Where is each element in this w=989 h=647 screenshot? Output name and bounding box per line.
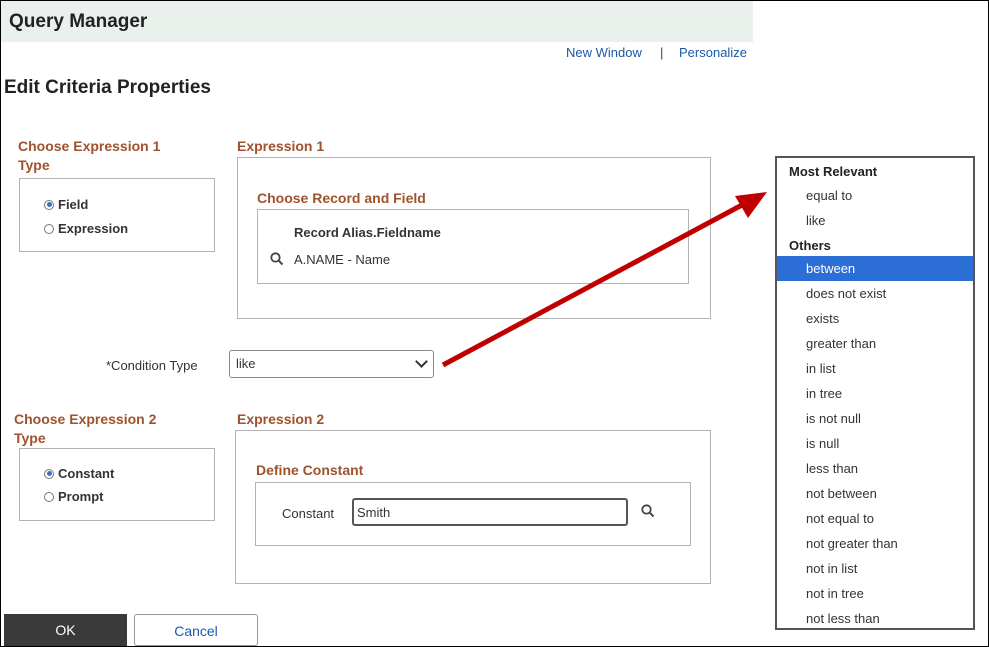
expr1-heading: Expression 1 (237, 138, 325, 154)
expr1-type-heading-2: Type (18, 157, 50, 173)
constant-value: Smith (357, 505, 391, 520)
define-constant-heading: Define Constant (256, 462, 364, 478)
radio-selected-icon (44, 468, 54, 479)
option-not-greater-than[interactable]: not greater than (777, 531, 973, 556)
link-separator: | (660, 45, 664, 60)
condition-type-value: like (236, 356, 256, 371)
condition-type-select[interactable]: like (229, 350, 434, 378)
option-less-than[interactable]: less than (777, 456, 973, 481)
new-window-link[interactable]: New Window (566, 45, 642, 60)
radio-selected-icon (44, 199, 54, 210)
option-is-not-null[interactable]: is not null (777, 406, 973, 431)
page-title: Edit Criteria Properties (4, 77, 211, 98)
app-title: Query Manager (9, 11, 148, 32)
option-in-list[interactable]: in list (777, 356, 973, 381)
search-icon[interactable] (641, 504, 655, 518)
option-not-in-tree[interactable]: not in tree (777, 581, 973, 606)
title-bar: Query Manager (1, 1, 753, 42)
option-equal-to[interactable]: equal to (777, 183, 973, 208)
record-alias-header: Record Alias.Fieldname (294, 225, 441, 240)
expression-radio-label: Expression (58, 221, 129, 236)
personalize-link[interactable]: Personalize (679, 45, 753, 60)
choose-record-heading: Choose Record and Field (257, 190, 426, 206)
ok-button[interactable]: OK (4, 614, 127, 646)
option-not-less-than[interactable]: not less than (777, 606, 973, 631)
record-field-value[interactable]: A.NAME - Name (294, 252, 390, 267)
option-not-in-list[interactable]: not in list (777, 556, 973, 581)
radio-unselected-icon (44, 491, 54, 502)
field-radio[interactable]: Field (44, 197, 88, 212)
expr2-type-heading: Choose Expression 2 (14, 411, 157, 427)
expr2-heading: Expression 2 (237, 411, 325, 427)
option-like[interactable]: like (777, 208, 973, 233)
option-not-equal-to[interactable]: not equal to (777, 506, 973, 531)
condition-type-label: *Condition Type (106, 358, 198, 373)
option-in-tree[interactable]: in tree (777, 381, 973, 406)
option-between[interactable]: between (777, 256, 973, 281)
group-others: Others (789, 238, 831, 253)
option-not-between[interactable]: not between (777, 481, 973, 506)
expr2-type-box (19, 448, 215, 521)
expression-radio[interactable]: Expression (44, 221, 128, 236)
constant-radio[interactable]: Constant (44, 466, 114, 481)
prompt-radio[interactable]: Prompt (44, 489, 104, 504)
prompt-radio-label: Prompt (58, 489, 104, 504)
radio-unselected-icon (44, 223, 54, 234)
option-exists[interactable]: exists (777, 306, 973, 331)
option-is-null[interactable]: is null (777, 431, 973, 456)
cancel-button[interactable]: Cancel (134, 614, 258, 646)
record-field-box (257, 209, 689, 284)
expr2-type-heading-2: Type (14, 430, 46, 446)
expr1-type-heading: Choose Expression 1 (18, 138, 161, 154)
constant-radio-label: Constant (58, 466, 115, 481)
option-greater-than[interactable]: greater than (777, 331, 973, 356)
group-most-relevant: Most Relevant (789, 164, 878, 179)
constant-input[interactable]: Smith (352, 498, 628, 526)
field-radio-label: Field (58, 197, 89, 212)
constant-label: Constant (282, 506, 335, 521)
option-does-not-exist[interactable]: does not exist (777, 281, 973, 306)
expr1-type-box (19, 178, 215, 252)
chevron-down-icon (415, 355, 428, 368)
condition-options-list: Most Relevant equal to like Others betwe… (775, 156, 975, 630)
search-icon[interactable] (270, 252, 284, 266)
